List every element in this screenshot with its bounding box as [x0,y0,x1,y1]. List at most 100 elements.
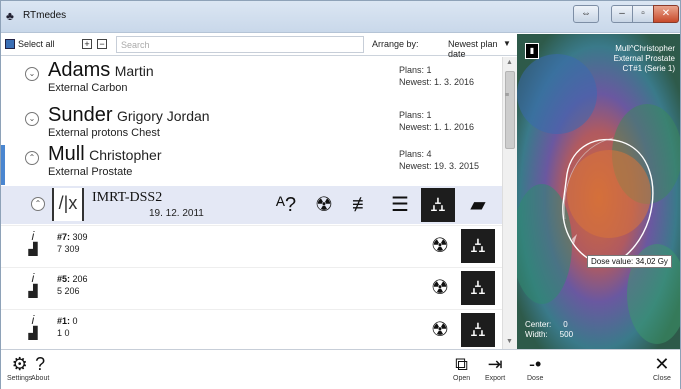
selection-accent [1,145,5,185]
radiation-icon[interactable]: ☢ [423,313,457,347]
open-label: Open [453,375,471,382]
patient-first-name: Christopher [89,147,162,163]
list-scrollbar[interactable]: ▲ ≡ ▼ [502,57,517,349]
edit-lines-icon[interactable]: ≢ [345,188,379,222]
dose-icon[interactable]: ⛼ [461,229,495,263]
newest-date: Newest: 1. 1. 2016 [399,122,475,132]
patient-name: Adams Martin [48,59,154,82]
patient-last-name: Sunder [48,104,113,126]
center-label: Center: [525,320,552,329]
question-mark-icon: ? [35,354,46,374]
plan-document-icon: /|x [52,188,84,221]
main-window: ♣ RTmedes ⇔ – ▫ ✕ Select all + − Arrange… [0,0,681,389]
patient-name: Sunder Grigory Jordan [48,104,210,127]
viewer-mode-badge[interactable]: ▮ [525,43,539,59]
grip-icon: ≡ [505,92,510,99]
dose-icon[interactable]: ⛼ [461,271,495,305]
radiation-icon[interactable]: ☢ [423,271,457,305]
patient-item[interactable]: ⌃ Mull Christopher External Prostate Pla… [1,141,502,186]
maximize-button[interactable]: ▫ [632,5,654,23]
subplan-number: #7: [57,232,71,242]
settings-button[interactable]: ⚙ Settings [7,353,32,382]
subplan-id-value: 0 [72,316,78,326]
patient-name: Mull Christopher [48,143,162,166]
viewer-patient: Mull^Christopher [615,44,675,53]
patient-first-name: Martin [114,63,154,79]
open-button[interactable]: ⧉ Open [453,353,470,382]
search-input[interactable] [116,36,364,53]
subplan-id: #7: 309 [57,232,88,242]
plan-count: Plans: 4 [399,149,432,159]
center-value: 0 [563,320,568,329]
plan-row[interactable]: ⌃ /|x IMRT-DSS2 19. 12. 2011 ᴬ? ☢ ≢ ☰ ⛼ … [1,186,502,224]
patient-last-name: Adams [48,59,111,81]
dose-icon[interactable]: ⛼ [461,313,495,347]
newest-date: Newest: 1. 3. 2016 [399,77,475,87]
patient-list: ⌄ Adams Martin External Carbon Plans: 1 … [1,57,502,349]
patient-last-name: Mull [48,143,85,165]
subplan-number: #5: [57,274,71,284]
settings-label: Settings [7,375,33,382]
restore-button[interactable]: ⇔ [573,5,599,23]
close-viewer-button[interactable]: ✕ Close [653,353,671,382]
patient-description: External Prostate [48,166,133,178]
about-button[interactable]: ? About [31,353,49,382]
select-all-checkbox[interactable] [5,39,15,49]
dose-icon[interactable]: ⛼ [421,188,455,222]
plan-count: Plans: 1 [399,65,432,75]
chevron-up-icon[interactable]: ⌃ [31,197,45,211]
chevron-down-icon[interactable]: ▼ [503,39,511,48]
patient-stats: Plans: 1 Newest: 1. 1. 2016 [399,109,474,133]
close-window-button[interactable]: ✕ [653,5,679,23]
chevron-down-icon[interactable]: ⌄ [25,112,39,126]
dose-marker-icon: -• [529,354,542,374]
chevron-up-icon[interactable]: ⌃ [25,151,39,165]
scroll-down-icon[interactable]: ▼ [506,338,513,345]
select-all-label[interactable]: Select all [18,39,55,49]
list-toolbar: Select all + − Arrange by: Newest plan d… [1,34,517,59]
window-level-readout: Center: 0 Width: 500 [525,320,573,340]
patient-description: External protons Chest [48,127,160,139]
newest-date: Newest: 19. 3. 2015 [399,161,480,171]
radiation-icon[interactable]: ☢ [307,188,341,222]
subplan-number: #1: [57,316,71,326]
question-icon[interactable]: ᴬ? [269,188,303,222]
expand-all-button[interactable]: + [82,39,92,49]
subplan-id: #5: 206 [57,274,88,284]
scroll-up-icon[interactable]: ▲ [506,59,513,66]
ct-image [517,34,680,349]
folder-icon[interactable]: ▰ [461,188,495,222]
open-external-icon: ⧉ [455,354,468,374]
patient-description: External Carbon [48,82,128,94]
minimize-button[interactable]: – [611,5,633,23]
chevron-down-icon[interactable]: ⌄ [25,67,39,81]
subplan-row[interactable]: 𝑖 ▟ #1: 0 1 0 ☢ ⛼ [1,309,502,349]
patient-stats: Plans: 4 Newest: 19. 3. 2015 [399,148,479,172]
patient-stats: Plans: 1 Newest: 1. 3. 2016 [399,64,474,88]
beam-icon: 𝑖 ▟ [28,229,38,256]
title-bar: ♣ RTmedes ⇔ – ▫ ✕ [1,1,680,33]
viewer-info: Mull^Christopher External Prostate CT#1 … [614,44,675,74]
collapse-all-button[interactable]: − [97,39,107,49]
subplan-row[interactable]: 𝑖 ▟ #7: 309 7 309 ☢ ⛼ [1,225,502,265]
export-icon: ⇥ [487,354,503,374]
subplan-id: #1: 0 [57,316,78,326]
scroll-thumb[interactable] [505,71,515,149]
subplan-row[interactable]: 𝑖 ▟ #5: 206 5 206 ☢ ⛼ [1,267,502,307]
ct-viewer[interactable]: ▮ Mull^Christopher External Prostate CT#… [517,34,680,349]
dose-button[interactable]: -• Dose [527,353,543,382]
subplan-id-value: 309 [72,232,88,242]
width-value: 500 [559,330,574,339]
beam-icon: 𝑖 ▟ [28,313,38,340]
gear-icon: ⚙ [11,354,28,374]
viewer-plan: External Prostate [613,54,675,63]
export-button[interactable]: ⇥ Export [485,353,505,382]
beam-icon: 𝑖 ▟ [28,271,38,298]
lines-icon[interactable]: ☰ [383,188,417,222]
plan-date: 19. 12. 2011 [149,208,204,219]
patient-item[interactable]: ⌄ Adams Martin External Carbon Plans: 1 … [1,57,502,102]
about-label: About [31,375,50,382]
width-label: Width: [525,330,548,339]
plan-count: Plans: 1 [399,110,432,120]
radiation-icon[interactable]: ☢ [423,229,457,263]
